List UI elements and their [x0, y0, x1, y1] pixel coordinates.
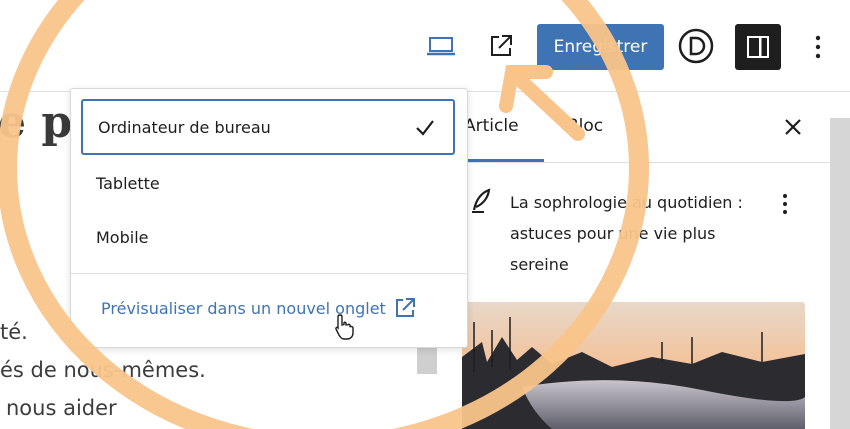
post-title-summary[interactable]: La sophrologie au quotidien : astuces po… — [510, 187, 770, 280]
divi-logo-icon — [678, 28, 714, 64]
menu-item-label: Mobile — [96, 227, 149, 247]
canvas-text-line: té. — [0, 320, 28, 344]
canvas-text-line: nous aider — [6, 396, 117, 420]
active-tab-indicator — [462, 159, 544, 162]
more-vertical-icon — [815, 35, 821, 59]
canvas-text-line: és de nous-mêmes. — [0, 358, 206, 382]
tab-article[interactable]: Article — [464, 116, 519, 136]
post-title-fragment: e p — [0, 97, 73, 148]
menu-item-tablet[interactable]: Tablette — [81, 155, 455, 211]
sidebar-tabs: Article Bloc — [462, 92, 832, 163]
options-button[interactable] — [800, 26, 836, 68]
device-preview-button[interactable] — [421, 26, 461, 66]
post-actions-button[interactable] — [777, 192, 793, 216]
menu-item-mobile[interactable]: Mobile — [81, 209, 455, 265]
divi-builder-button[interactable] — [676, 26, 716, 66]
view-post-button[interactable] — [481, 26, 521, 66]
settings-sidebar-toggle[interactable] — [735, 24, 781, 70]
preview-new-tab-link[interactable]: Prévisualiser dans un nouvel onglet — [101, 297, 416, 319]
laptop-icon — [427, 37, 455, 56]
canvas-scrollbar[interactable] — [417, 348, 437, 374]
save-button[interactable]: Enregistrer — [537, 24, 664, 70]
external-link-icon — [491, 35, 512, 56]
menu-item-label: Tablette — [96, 173, 160, 193]
tab-bloc[interactable]: Bloc — [567, 116, 603, 136]
settings-sidebar: Article Bloc La sophrologie au quotidien… — [462, 92, 832, 429]
menu-item-label: Ordinateur de bureau — [98, 117, 271, 137]
check-icon — [416, 120, 434, 136]
hand-cursor-icon — [335, 314, 354, 340]
preview-dropdown-menu: Ordinateur de bureau Tablette Mobile Pré… — [70, 88, 468, 348]
close-sidebar-button[interactable] — [780, 114, 806, 140]
external-link-icon — [395, 298, 415, 317]
sidebar-scrollbar[interactable] — [830, 118, 850, 429]
river-landscape-image — [462, 302, 805, 429]
menu-separator — [71, 273, 467, 274]
close-icon — [785, 119, 801, 135]
featured-image[interactable] — [462, 302, 805, 429]
sidebar-toggle-icon — [747, 36, 769, 58]
editor-toolbar: Enregistrer — [0, 0, 850, 92]
more-vertical-icon — [783, 194, 787, 214]
feather-icon — [472, 188, 491, 213]
menu-item-desktop[interactable]: Ordinateur de bureau — [81, 99, 455, 155]
